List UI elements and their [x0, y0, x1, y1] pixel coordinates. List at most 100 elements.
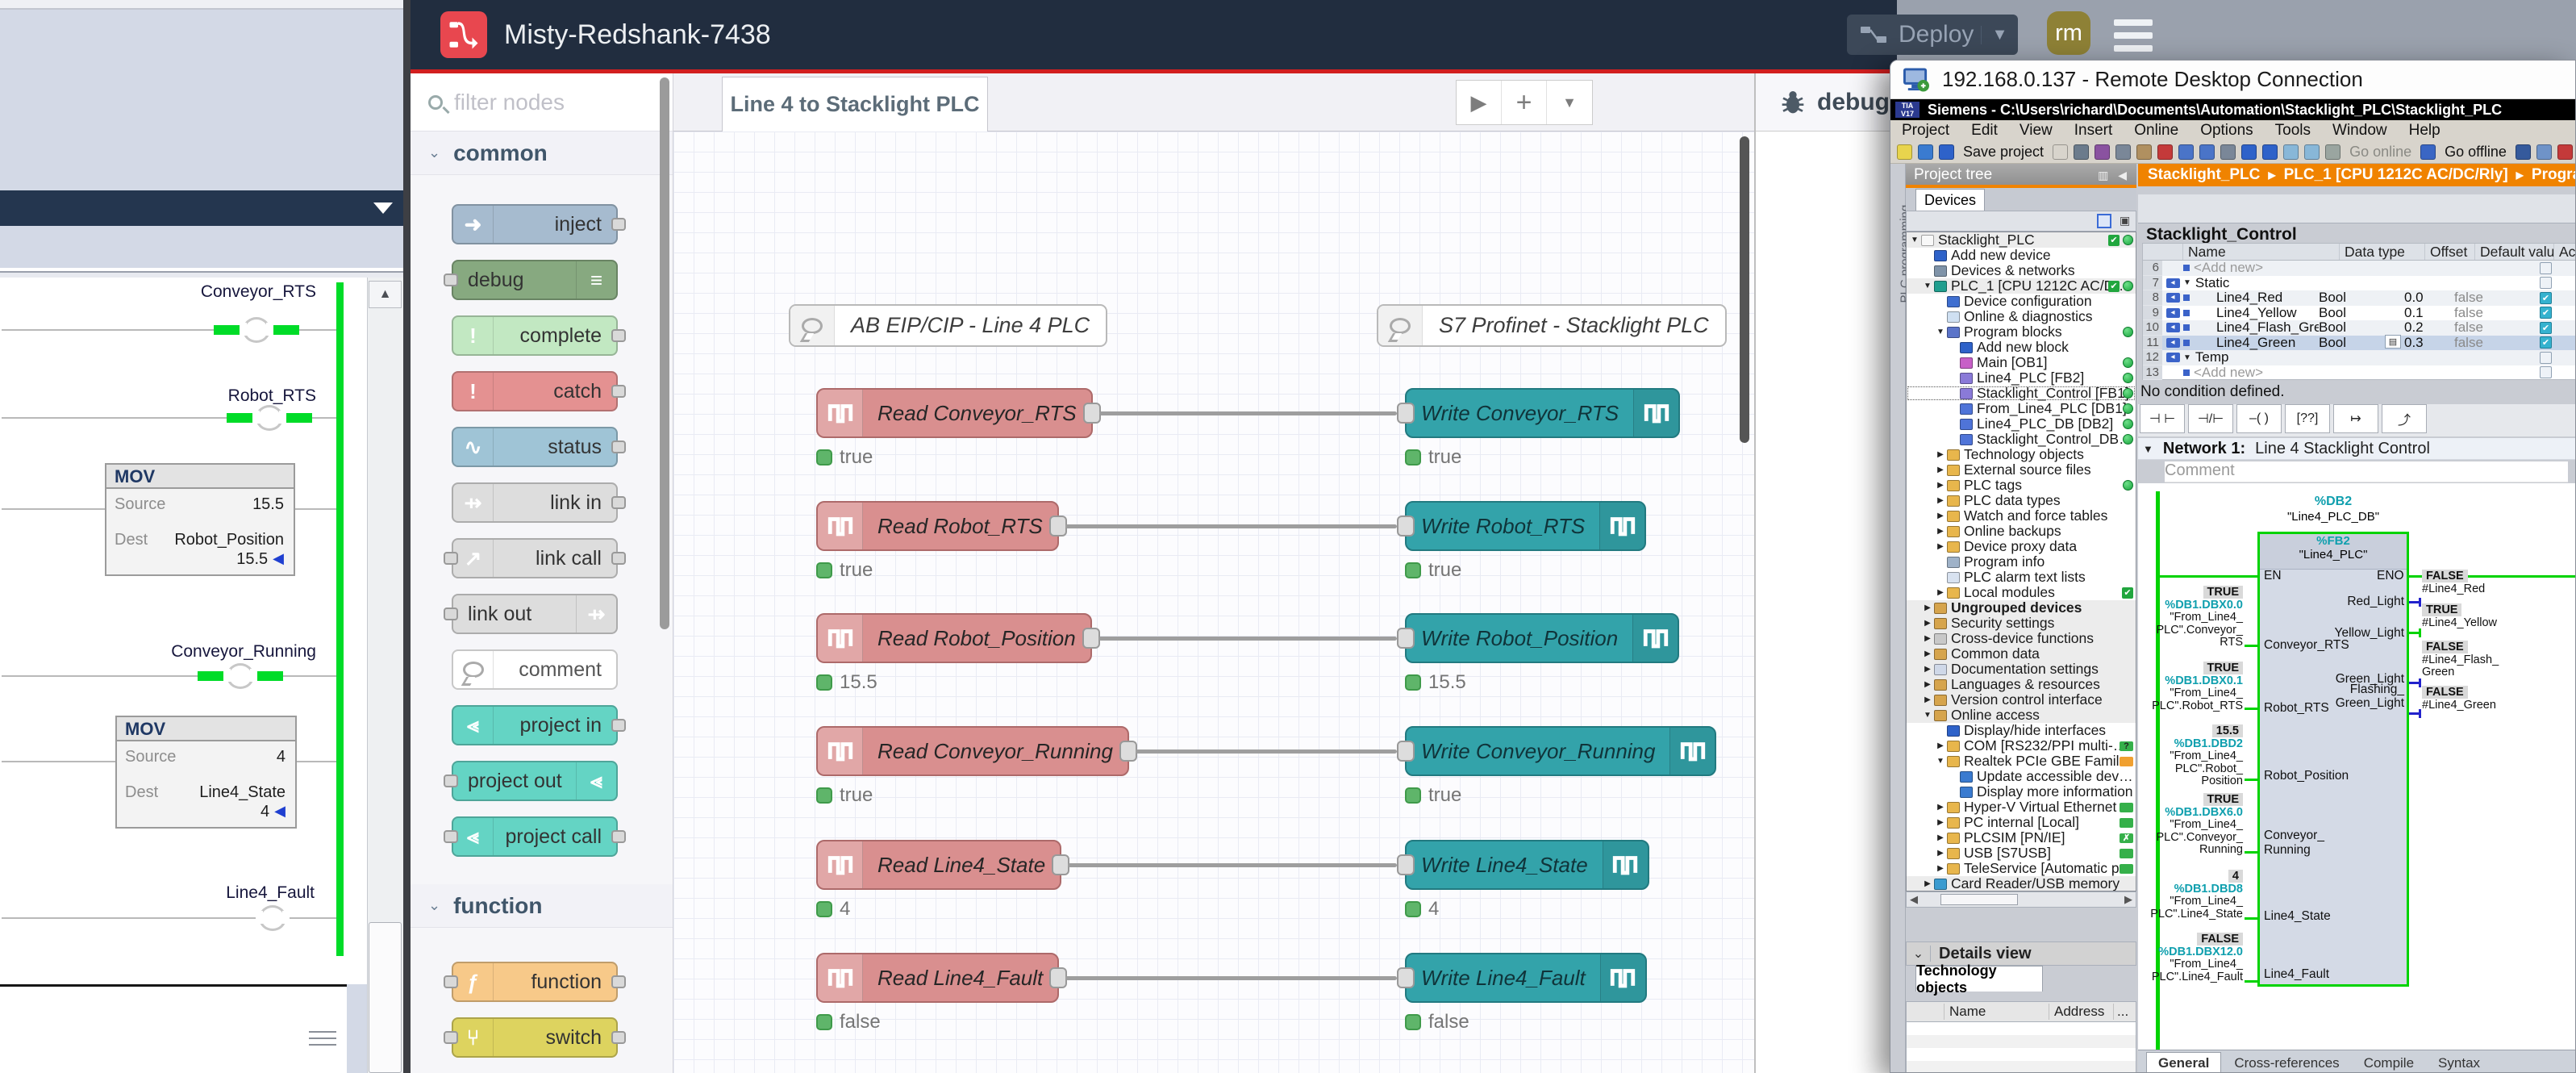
hamburger-menu-icon[interactable] [2114, 19, 2153, 52]
plc-programming-side-tab[interactable]: PLC programming [1890, 164, 1906, 1073]
accessible-checkbox[interactable]: ✔ [2540, 322, 2552, 334]
rdp-title-bar[interactable]: 192.168.0.137 - Remote Desktop Connectio… [1890, 61, 2575, 99]
palette-category-function[interactable]: ⌄function [411, 884, 673, 928]
open-branch-icon[interactable]: ↦ [2333, 404, 2378, 433]
palette-search[interactable] [411, 73, 673, 132]
flow-wire[interactable] [1136, 749, 1397, 754]
tree-item[interactable]: ▶Device proxy data [1907, 539, 2136, 554]
flow-wire[interactable] [1099, 411, 1397, 415]
tree-expander-icon[interactable]: ▶ [1936, 466, 1945, 474]
menu-view[interactable]: View [2020, 122, 2053, 140]
tree-expander-icon[interactable]: ▼ [1936, 757, 1945, 766]
tree-item[interactable]: ▶Card Reader/USB memory [1907, 876, 2136, 891]
node-input-port[interactable] [1397, 403, 1415, 424]
tree-item[interactable]: Device configuration [1907, 294, 2136, 309]
save-project-label[interactable]: Save project [1963, 144, 2044, 161]
output-operand-stack[interactable]: FALSE#Line4_Flash_Green [2422, 641, 2499, 679]
datatype-picker-icon[interactable]: ▤ [2385, 335, 2401, 349]
tia-ladder-canvas[interactable]: %DB2"Line4_PLC_DB"%FB2"Line4_PLC"ENENOTR… [2138, 483, 2576, 1050]
input-operand-stack[interactable]: TRUE%DB1.DBX6.0"From_Line4_PLC".Conveyor… [2138, 794, 2243, 857]
ladder-scrollbar-up-icon[interactable]: ▲ [369, 281, 402, 308]
node-output-port[interactable] [611, 329, 626, 342]
tree-item[interactable]: Stacklight_Control_DB [... [1907, 432, 2136, 447]
tree-item[interactable]: ▶TeleService [Automatic protoco... [1907, 861, 2136, 876]
node-output-port[interactable] [611, 385, 626, 398]
tree-item[interactable]: ▼Online access [1907, 708, 2136, 723]
tree-expander-icon[interactable]: ▶ [1923, 603, 1932, 612]
accessible-checkbox[interactable]: ✔ [2540, 336, 2552, 349]
node-input-port[interactable] [1397, 628, 1415, 649]
tree-item[interactable]: ▶PC internal [Local] [1907, 815, 2136, 830]
node-input-port[interactable] [444, 830, 458, 843]
input-operand-stack[interactable]: FALSE%DB1.DBX12.0"From_Line4_PLC".Line4_… [2138, 933, 2243, 983]
palette-node-inject[interactable]: ➜inject [452, 204, 618, 244]
menu-help[interactable]: Help [2409, 122, 2441, 140]
node-output-port[interactable] [611, 496, 626, 509]
flow-node-Write-Robot_RTS[interactable]: Write Robot_RTS [1405, 501, 1646, 551]
tag-column-header[interactable]: Default value [2475, 244, 2554, 260]
tree-item[interactable]: Line4_PLC [FB2] [1907, 370, 2136, 386]
tree-expander-icon[interactable]: ▶ [1936, 542, 1945, 551]
node-output-port[interactable] [611, 975, 626, 988]
print-icon[interactable] [2053, 144, 2068, 160]
tag-row[interactable]: 12◂▼Temp [2143, 350, 2576, 365]
flow-node-Write-Line4_Fault[interactable]: Write Line4_Fault [1405, 953, 1647, 1003]
tag-column-header[interactable]: Offset [2425, 244, 2475, 260]
tag-group-expander-icon[interactable]: ▼ [2183, 353, 2191, 362]
palette-node-status[interactable]: ∿status [452, 427, 618, 467]
cut-icon[interactable] [2095, 144, 2110, 160]
node-input-port[interactable] [1397, 854, 1415, 875]
details-view-tab[interactable]: Technology objects [1915, 966, 2043, 992]
palette-category-common[interactable]: ⌄common [411, 132, 673, 175]
tag-row[interactable]: 6<Add new> [2143, 261, 2576, 276]
tree-expander-icon[interactable]: ▶ [1923, 879, 1932, 888]
tree-item[interactable]: ▶Local modules✔ [1907, 585, 2136, 600]
breadcrumb-segment[interactable]: Stacklight_PLC [2148, 166, 2260, 184]
tag-row[interactable]: 11◂Line4_GreenBool▤0.3false✔ [2143, 336, 2576, 351]
tree-item[interactable]: ▶Documentation settings [1907, 662, 2136, 677]
empty-box-icon[interactable]: [??] [2285, 404, 2330, 433]
palette-node-function[interactable]: ƒfunction [452, 962, 618, 1002]
mov-instruction[interactable]: MOVSource15.5DestRobot_Position15.5◀ [105, 463, 295, 576]
menu-edit[interactable]: Edit [1971, 122, 1998, 140]
open-project-icon[interactable] [1918, 144, 1933, 160]
flow-list-chevron-icon[interactable]: ▼ [1547, 81, 1592, 124]
add-flow-icon[interactable]: + [1502, 81, 1547, 124]
tree-item[interactable]: Online & diagnostics [1907, 309, 2136, 324]
breadcrumb-segment[interactable]: Program blocks [2532, 166, 2576, 184]
flow-canvas[interactable]: AB EIP/CIP - Line 4 PLCS7 Profinet - Sta… [673, 132, 1754, 1073]
tree-item[interactable]: ▶Technology objects [1907, 447, 2136, 462]
output-operand-stack[interactable]: FALSE#Line4_Red [2422, 570, 2485, 595]
stop-cpu-icon[interactable] [2304, 144, 2320, 160]
tree-pin-icon[interactable]: ▣ [2120, 214, 2131, 228]
comment-node[interactable]: AB EIP/CIP - Line 4 PLC [789, 304, 1107, 347]
tree-item[interactable]: ▶External source files [1907, 462, 2136, 478]
tree-item[interactable]: ▶Watch and force tables [1907, 508, 2136, 524]
node-output-port[interactable] [1119, 741, 1137, 762]
output-operand-stack[interactable]: FALSE#Line4_Green [2422, 687, 2496, 712]
palette-node-switch[interactable]: ⑂switch [452, 1017, 618, 1058]
tree-expander-icon[interactable]: ▶ [1936, 833, 1945, 842]
flow-node-Write-Conveyor_Running[interactable]: Write Conveyor_Running [1405, 726, 1716, 776]
flow-node-Read-Conveyor_Running[interactable]: Read Conveyor_Running [816, 726, 1129, 776]
node-input-port[interactable] [444, 607, 458, 620]
tree-item[interactable]: Line4_PLC_DB [DB2] [1907, 416, 2136, 432]
tag-row[interactable]: 9◂Line4_YellowBool0.1false✔ [2143, 306, 2576, 321]
palette-node-catch[interactable]: !catch [452, 371, 618, 411]
flow-wire[interactable] [1068, 863, 1397, 867]
breadcrumb-segment[interactable]: PLC_1 [CPU 1212C AC/DC/Rly] [2284, 166, 2508, 184]
deploy-options-chevron-icon[interactable]: ▼ [1981, 26, 2018, 44]
palette-node-link-call[interactable]: ↗link call [452, 538, 618, 578]
palette-node-comment[interactable]: comment [452, 649, 618, 690]
flow-node-Read-Conveyor_RTS[interactable]: Read Conveyor_RTS [816, 388, 1093, 438]
download-to-device-icon[interactable] [2241, 144, 2257, 160]
tree-expander-icon[interactable]: ▶ [1923, 619, 1932, 628]
tree-expander-icon[interactable]: ▶ [1936, 864, 1945, 873]
search-input[interactable] [454, 90, 648, 115]
tree-expander-icon[interactable]: ▶ [1936, 818, 1945, 827]
node-output-port[interactable] [611, 218, 626, 231]
tree-expander-icon[interactable]: ▶ [1923, 649, 1932, 658]
node-output-port[interactable] [1082, 628, 1100, 649]
debug-sidebar-header[interactable]: debug [1756, 73, 1897, 132]
accessible-checkbox[interactable] [2540, 262, 2552, 274]
